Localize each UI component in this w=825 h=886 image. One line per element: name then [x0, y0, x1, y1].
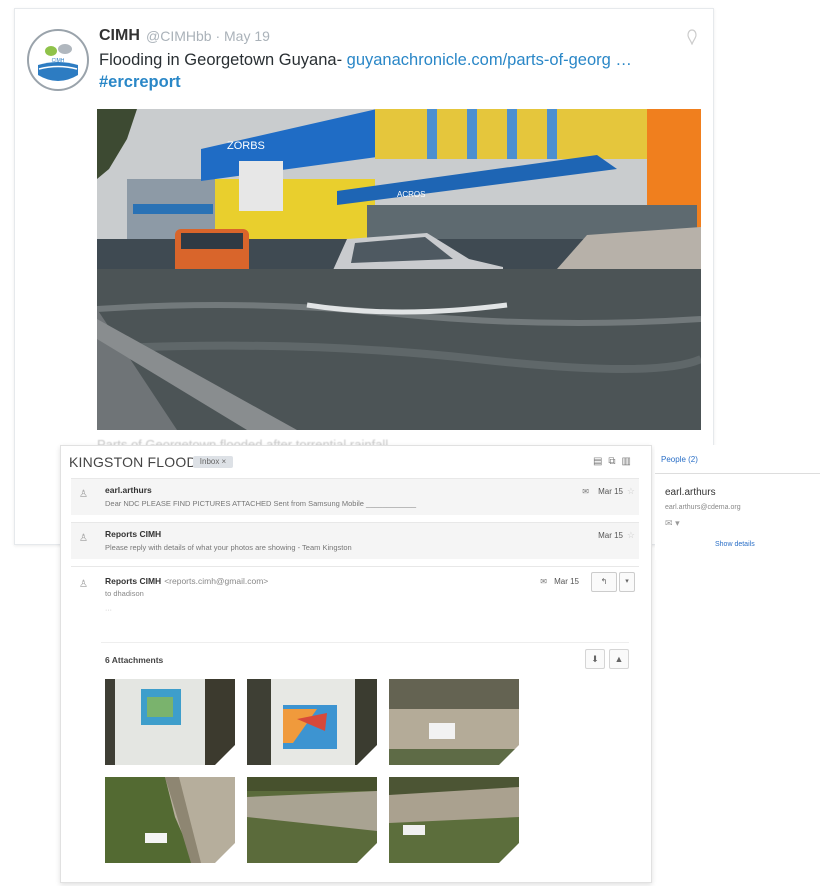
- chevron-down-icon[interactable]: ▾: [675, 518, 680, 528]
- open-message-email: <reports.cimh@gmail.com>: [164, 576, 269, 586]
- people-panel: People (2) earl.arthurs earl.arthurs@cde…: [655, 445, 820, 560]
- cimh-avatar[interactable]: CIMH: [27, 29, 89, 91]
- flood-photo[interactable]: ZORBS ACROS: [97, 109, 701, 430]
- download-all-button[interactable]: ⬇: [585, 649, 605, 669]
- tweet-author-name[interactable]: CIMH: [99, 27, 140, 45]
- open-message-header: Reports CIMH <reports.cimh@gmail.com>: [105, 576, 268, 586]
- attachment-thumbnail[interactable]: [105, 777, 235, 863]
- message-row[interactable]: ♙ Reports CIMH Please reply with details…: [71, 522, 639, 559]
- star-icon[interactable]: ☆: [627, 530, 635, 541]
- tweet-link[interactable]: guyanachronicle.com/parts-of-georg …: [347, 51, 632, 69]
- message-sender: Reports CIMH: [105, 529, 162, 539]
- pin-icon[interactable]: [685, 29, 699, 45]
- attachment-thumbnail[interactable]: [105, 679, 235, 765]
- attachment-thumbnail[interactable]: [247, 679, 377, 765]
- thread-subject: KINGSTON FLOOD: [69, 454, 197, 470]
- people-header[interactable]: People (2): [661, 455, 698, 464]
- svg-text:ACROS: ACROS: [397, 190, 425, 199]
- show-trimmed-content[interactable]: ···: [105, 607, 112, 614]
- open-message: ♙ Reports CIMH <reports.cimh@gmail.com> t…: [71, 566, 639, 872]
- reply-button[interactable]: ↰: [591, 572, 617, 592]
- attachment-image: [105, 679, 235, 765]
- attachment-thumbnail[interactable]: [389, 777, 519, 863]
- contact-email: earl.arthurs@cdema.org: [665, 504, 741, 511]
- attachment-image: [247, 777, 377, 863]
- thread-toolbar: ▤⧉▥: [593, 456, 637, 467]
- new-window-icon[interactable]: ⧉: [608, 456, 621, 467]
- message-date: Mar 15: [598, 487, 623, 496]
- divider: [655, 473, 820, 474]
- cimh-logo-icon: CIMH: [31, 33, 85, 87]
- flood-street-image: ZORBS ACROS: [97, 109, 701, 430]
- attachment-image: [389, 777, 519, 863]
- svg-text:ZORBS: ZORBS: [227, 140, 265, 152]
- message-snippet: Please reply with details of what your p…: [105, 543, 352, 552]
- open-message-recipient[interactable]: to dhadison: [105, 589, 144, 598]
- tweet-text: Flooding in Georgetown Guyana- guyanachr…: [99, 51, 632, 70]
- message-date: Mar 15: [598, 531, 623, 540]
- attachment-thumbnail[interactable]: [247, 777, 377, 863]
- contact-actions: ✉ ▾: [665, 518, 680, 529]
- email-icon[interactable]: ✉: [665, 518, 673, 528]
- svg-text:CIMH: CIMH: [52, 58, 65, 64]
- attachment-image: [389, 679, 519, 765]
- open-message-sender[interactable]: Reports CIMH: [105, 576, 161, 586]
- message-row[interactable]: ♙ earl.arthurs Dear NDC PLEASE FIND PICT…: [71, 478, 639, 515]
- more-options-button[interactable]: ▾: [619, 572, 635, 592]
- expand-icon[interactable]: ▥: [622, 456, 637, 467]
- attachment-thumbnail[interactable]: [389, 679, 519, 765]
- star-icon[interactable]: ☆: [627, 486, 635, 497]
- person-icon: ♙: [79, 533, 88, 544]
- person-icon: ♙: [79, 489, 88, 500]
- show-details-link[interactable]: Show details: [715, 541, 755, 548]
- save-to-drive-button[interactable]: ▲: [609, 649, 629, 669]
- tweet-text-prefix: Flooding in Georgetown Guyana-: [99, 51, 347, 69]
- inbox-label[interactable]: Inbox ×: [193, 456, 233, 468]
- person-icon: ♙: [79, 579, 88, 590]
- message-sender: earl.arthurs: [105, 485, 152, 495]
- attachment-image: [105, 777, 235, 863]
- attachment-icon: ✉: [540, 577, 547, 586]
- contact-name[interactable]: earl.arthurs: [665, 487, 716, 498]
- divider: [101, 642, 629, 643]
- attachment-icon: ✉: [582, 487, 589, 496]
- message-snippet: Dear NDC PLEASE FIND PICTURES ATTACHED S…: [105, 499, 417, 508]
- print-icon[interactable]: ▤: [593, 456, 608, 467]
- tweet-handle[interactable]: @CIMHbb · May 19: [146, 28, 270, 44]
- gmail-thread: KINGSTON FLOOD Inbox × ▤⧉▥ ♙ earl.arthur…: [60, 445, 652, 883]
- attachment-image: [247, 679, 377, 765]
- attachments-header: 6 Attachments: [105, 655, 164, 665]
- open-message-date: Mar 15: [554, 577, 579, 586]
- tweet-hashtag[interactable]: #ercreport: [99, 73, 181, 92]
